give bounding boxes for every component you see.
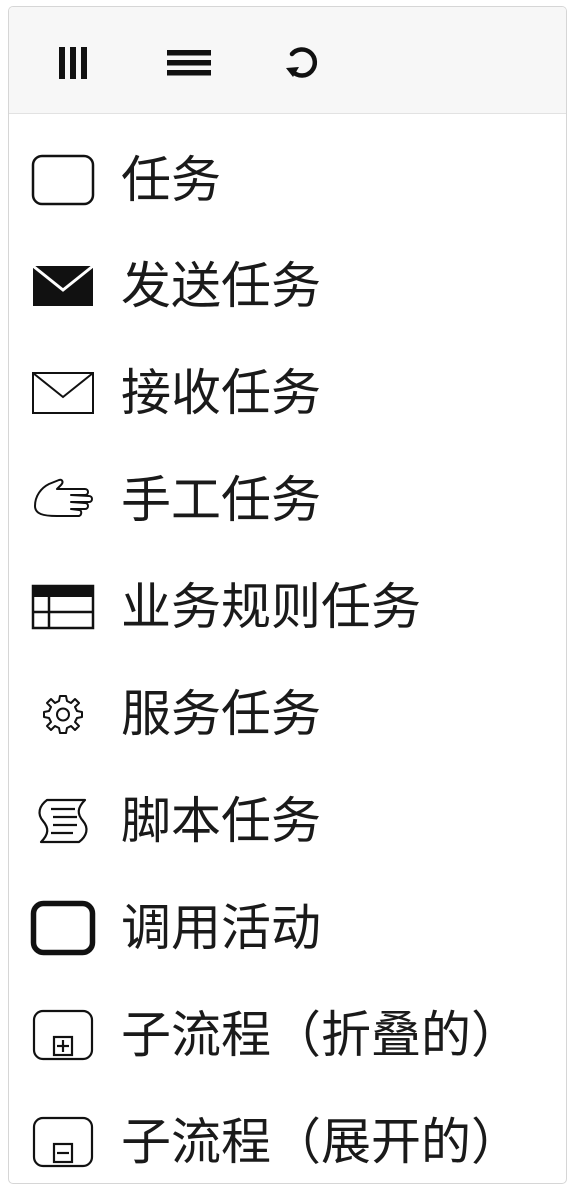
palette-toolbar [9,7,566,114]
receive-task-label: 接收任务 [121,364,321,422]
gear-icon [27,660,99,768]
task-icon [27,126,99,234]
script-task-label: 脚本任务 [121,792,321,850]
subprocess-expanded-item[interactable]: 子流程（展开的） [9,1088,566,1183]
reset-button[interactable] [275,35,331,91]
subprocess-collapsed-icon [27,981,99,1089]
list-layout-button[interactable] [161,35,217,91]
subprocess-expanded-label: 子流程（展开的） [121,1113,521,1171]
business-rule-table-icon [27,553,99,661]
column-layout-icon [59,47,87,79]
business-rule-task-label: 业务规则任务 [121,578,421,636]
hand-icon [27,446,99,554]
call-activity-icon [27,874,99,982]
bpmn-palette-panel: 任务 发送任务 接收任务 手工任务 业务规则任务 服务任务 脚本任务 调用活动 … [8,6,567,1184]
business-rule-task-item[interactable]: 业务规则任务 [9,553,566,661]
subprocess-collapsed-label: 子流程（折叠的） [121,1006,521,1064]
send-task-label: 发送任务 [121,257,321,315]
column-layout-button[interactable] [45,35,101,91]
subprocess-expanded-icon [27,1088,99,1183]
task-label: 任务 [121,151,221,209]
send-envelope-icon [27,232,99,340]
manual-task-item[interactable]: 手工任务 [9,446,566,554]
list-layout-icon [167,50,211,76]
script-scroll-icon [27,767,99,875]
service-task-item[interactable]: 服务任务 [9,660,566,768]
call-activity-item[interactable]: 调用活动 [9,874,566,982]
task-item[interactable]: 任务 [9,126,566,234]
service-task-label: 服务任务 [121,685,321,743]
receive-envelope-icon [27,339,99,447]
reset-icon [286,47,318,78]
script-task-item[interactable]: 脚本任务 [9,767,566,875]
subprocess-collapsed-item[interactable]: 子流程（折叠的） [9,981,566,1089]
send-task-item[interactable]: 发送任务 [9,232,566,340]
manual-task-label: 手工任务 [121,471,321,529]
call-activity-label: 调用活动 [121,899,321,957]
receive-task-item[interactable]: 接收任务 [9,339,566,447]
